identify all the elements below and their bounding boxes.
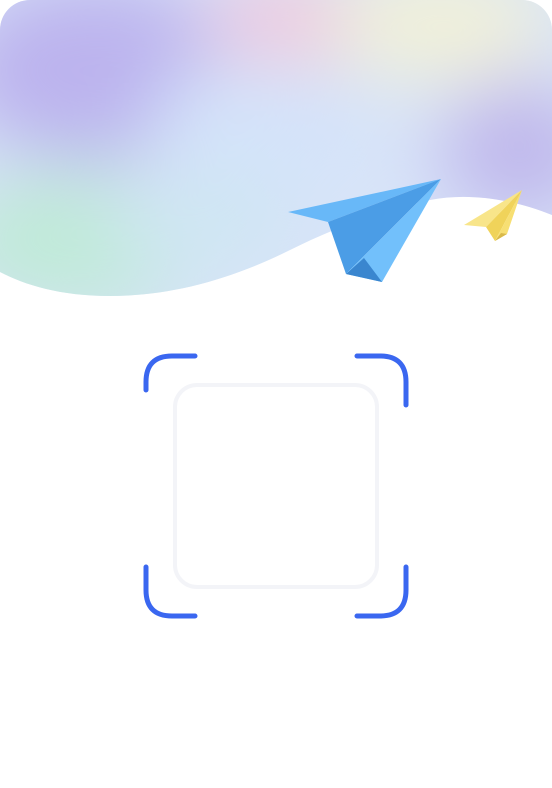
paper-plane-yellow-icon: [464, 190, 522, 241]
paper-plane-blue-icon: [288, 179, 441, 282]
scan-placeholder-box: [173, 383, 379, 589]
scan-area[interactable]: [140, 350, 412, 622]
header-gradient-wave: [0, 0, 552, 296]
scan-card: [0, 0, 552, 788]
